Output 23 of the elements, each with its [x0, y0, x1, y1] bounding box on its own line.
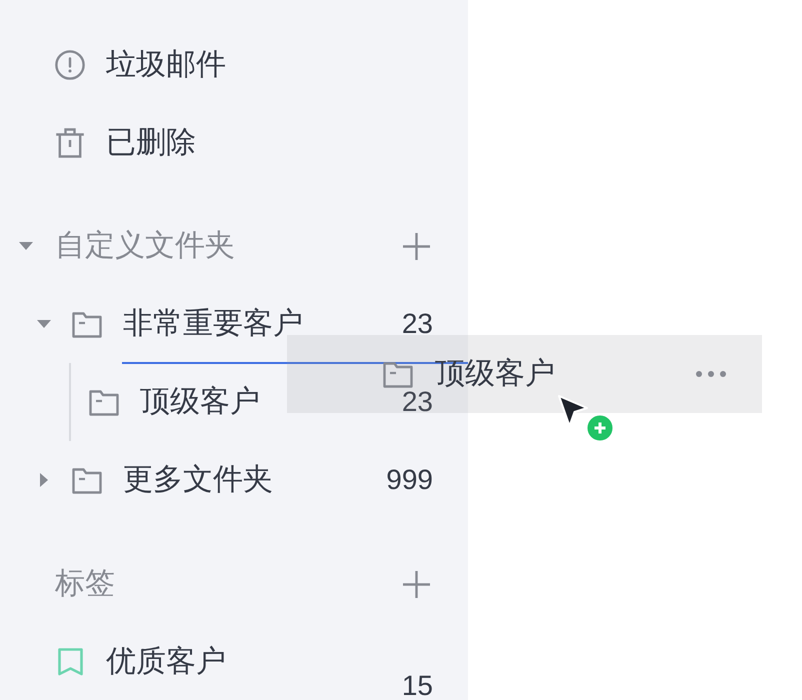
- folder-icon: [89, 388, 119, 416]
- plus-badge-icon: [586, 414, 614, 442]
- unread-count: 23: [402, 310, 433, 338]
- folder-label[interactable]: 垃圾邮件: [106, 50, 226, 80]
- folder-label: 顶级客户: [435, 359, 555, 389]
- section-title: 标签: [55, 569, 115, 599]
- folder-label[interactable]: 更多文件夹: [123, 465, 273, 495]
- trash-icon: [55, 128, 85, 158]
- exclamation-circle-icon: [55, 50, 85, 80]
- unread-count: 23: [402, 388, 433, 416]
- more-icon: [695, 370, 727, 378]
- unread-count: 999: [386, 466, 433, 494]
- folder-label[interactable]: 已删除: [106, 128, 196, 158]
- folder-icon: [383, 360, 413, 388]
- folder-label[interactable]: 非常重要客户: [123, 309, 303, 339]
- plus-icon[interactable]: [403, 232, 430, 260]
- tag-label[interactable]: 优质客户: [106, 646, 226, 676]
- unread-count: 15: [402, 672, 433, 700]
- section-title: 自定义文件夹: [55, 231, 235, 261]
- folder-icon: [72, 310, 102, 338]
- folder-icon: [72, 466, 102, 494]
- folder-label[interactable]: 顶级客户: [140, 387, 260, 417]
- plus-icon[interactable]: [403, 570, 430, 598]
